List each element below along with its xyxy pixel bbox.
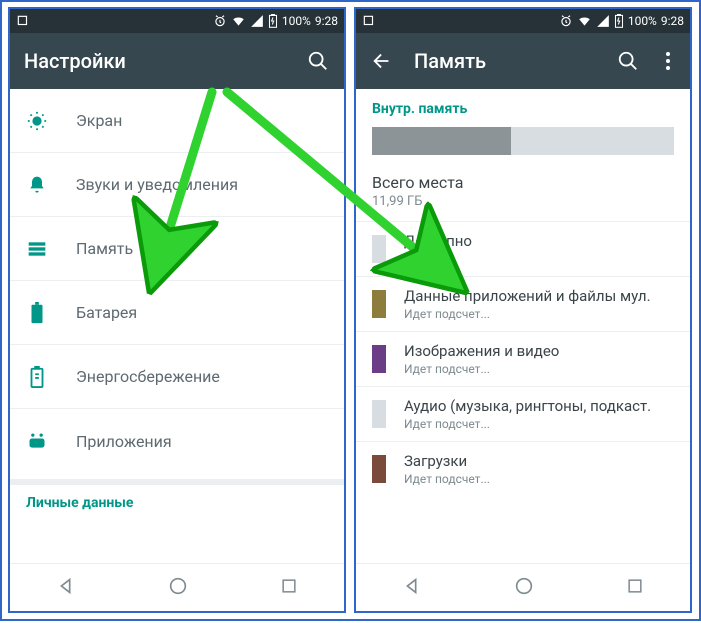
- nav-back[interactable]: [55, 575, 77, 601]
- storage-usage-bar: [372, 127, 674, 155]
- recents-square-icon: [279, 576, 299, 596]
- battery-text: 100%: [282, 14, 311, 28]
- battery-icon: [26, 302, 48, 324]
- back-triangle-icon: [55, 575, 77, 597]
- back-button[interactable]: [370, 49, 394, 73]
- storage-cat-label: Аудио (музыка, рингтоны, подкаст.: [404, 397, 651, 415]
- settings-item-label: Энергосбережение: [76, 367, 220, 386]
- settings-item-storage[interactable]: Память: [10, 217, 344, 281]
- settings-item-label: Звуки и уведомления: [76, 175, 238, 194]
- storage-cat-label: Загрузки: [404, 452, 490, 470]
- page-title: Настройки: [24, 49, 286, 73]
- alarm-icon: [213, 14, 227, 28]
- section-personal: Личные данные: [10, 485, 344, 521]
- storage-cat-label: Доступно: [404, 232, 472, 250]
- storage-cat-downloads[interactable]: Загрузки Идет подсчет...: [356, 442, 690, 496]
- nav-home[interactable]: [513, 575, 535, 601]
- signal-icon: [250, 14, 264, 28]
- overflow-button[interactable]: [660, 49, 676, 73]
- settings-list: Экран Звуки и уведомления Память Батарея: [10, 89, 344, 521]
- home-circle-icon: [513, 575, 535, 597]
- bell-icon: [26, 174, 48, 196]
- storage-cat-label: Данные приложений и файлы мул.: [404, 287, 651, 305]
- storage-cat-sub: Идет подсчет...: [404, 362, 559, 376]
- search-icon: [307, 50, 329, 72]
- storage-usage-bar-used: [372, 127, 511, 155]
- swatch: [372, 345, 386, 373]
- nav-home[interactable]: [167, 575, 189, 601]
- settings-item-power-saving[interactable]: Энергосбережение: [10, 345, 344, 409]
- storage-total-value: 11,99 ГБ: [372, 194, 674, 209]
- storage-cat-sub: Идет подсчет...: [404, 417, 651, 431]
- swatch: [372, 400, 386, 428]
- search-button[interactable]: [616, 49, 640, 73]
- nav-back[interactable]: [401, 575, 423, 601]
- search-icon: [617, 50, 639, 72]
- back-triangle-icon: [401, 575, 423, 597]
- phone-settings: 100% 9:28 Настройки Экран З: [8, 7, 346, 613]
- appbar: Память: [356, 33, 690, 89]
- phone-storage: 100% 9:28 Память Внутр. память Всего мес…: [354, 7, 692, 613]
- settings-item-sound[interactable]: Звуки и уведомления: [10, 153, 344, 217]
- battery-text: 100%: [628, 14, 657, 28]
- wifi-icon: [577, 14, 592, 28]
- more-vert-icon: [666, 52, 670, 70]
- storage-cat-available[interactable]: Доступно 6,63 ГБ: [356, 222, 690, 277]
- apps-icon: [26, 431, 48, 451]
- storage-cat-apps[interactable]: Данные приложений и файлы мул. Идет подс…: [356, 277, 690, 332]
- settings-item-label: Экран: [76, 111, 122, 130]
- wifi-icon: [231, 14, 246, 28]
- settings-item-apps[interactable]: Приложения: [10, 409, 344, 473]
- signal-icon: [596, 14, 610, 28]
- storage-cat-images[interactable]: Изображения и видео Идет подсчет...: [356, 332, 690, 387]
- clock: 9:28: [315, 14, 338, 28]
- settings-item-display[interactable]: Экран: [10, 89, 344, 153]
- swatch: [372, 235, 386, 263]
- battery-charging-icon: [268, 14, 278, 28]
- storage-cat-sub: 6,63 ГБ: [404, 252, 472, 266]
- search-button[interactable]: [306, 49, 330, 73]
- nav-recents[interactable]: [279, 576, 299, 600]
- home-circle-icon: [167, 575, 189, 597]
- storage-cat-audio[interactable]: Аудио (музыка, рингтоны, подкаст. Идет п…: [356, 387, 690, 442]
- arrow-back-icon: [371, 50, 393, 72]
- storage-section-internal: Внутр. память: [356, 89, 690, 125]
- settings-item-label: Батарея: [76, 303, 137, 322]
- page-title: Память: [414, 49, 596, 73]
- nav-bar: [10, 563, 344, 611]
- battery-charging-icon: [614, 14, 624, 28]
- storage-total-label: Всего места: [372, 173, 674, 192]
- brightness-icon: [26, 110, 48, 132]
- power-saving-icon: [26, 366, 48, 388]
- swatch: [372, 290, 386, 318]
- screenshot-icon: [362, 14, 376, 28]
- swatch: [372, 455, 386, 483]
- storage-cat-label: Изображения и видео: [404, 342, 559, 360]
- alarm-icon: [559, 14, 573, 28]
- storage-cat-sub: Идет подсчет...: [404, 472, 490, 486]
- settings-item-battery[interactable]: Батарея: [10, 281, 344, 345]
- settings-item-label: Память: [76, 239, 133, 258]
- nav-recents[interactable]: [625, 576, 645, 600]
- recents-square-icon: [625, 576, 645, 596]
- nav-bar: [356, 563, 690, 611]
- status-bar: 100% 9:28: [356, 9, 690, 33]
- storage-total: Всего места 11,99 ГБ: [356, 173, 690, 222]
- clock: 9:28: [661, 14, 684, 28]
- storage-icon: [26, 239, 48, 259]
- status-bar: 100% 9:28: [10, 9, 344, 33]
- settings-item-label: Приложения: [76, 432, 172, 451]
- storage-cat-sub: Идет подсчет...: [404, 307, 651, 321]
- screenshot-icon: [16, 14, 30, 28]
- appbar: Настройки: [10, 33, 344, 89]
